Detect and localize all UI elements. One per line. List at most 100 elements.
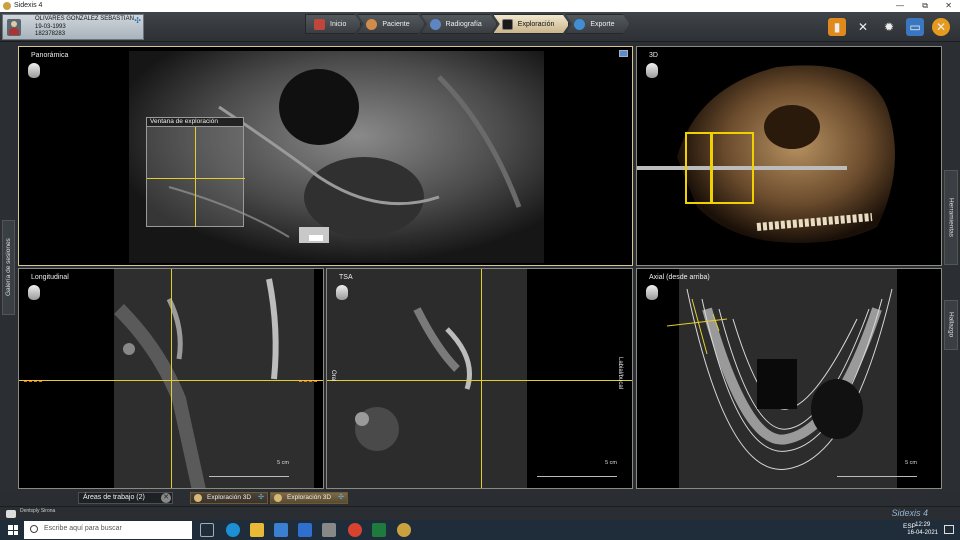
scale-bar: 5 cm [209,460,289,477]
head-orientation-icon[interactable] [27,63,41,81]
app-logo-icon [3,2,11,10]
window-title: Sidexis 4 [14,2,43,9]
patient-id: 182378283 [35,31,66,37]
head-orientation-icon[interactable] [335,285,349,303]
longitudinal-view[interactable]: Longitudinal 5 cm [18,268,324,489]
oral-side-label: Oral [330,370,336,382]
patient-avatar-icon [7,19,21,36]
tab-exploracion[interactable]: Exploración [493,14,570,34]
clock-time: 12:29 [915,522,931,528]
tab-label: Exporte [590,20,615,28]
link-icon[interactable]: ✣ [258,493,264,501]
edge-browser-icon[interactable] [226,523,240,537]
axial-view[interactable]: Axial (desde arriba) 5 cm [636,268,942,489]
link-icon[interactable]: ✣ [134,17,141,25]
xray-device-icon [430,19,441,30]
search-icon [30,525,38,533]
findings-side-tab[interactable]: Hallazgo [944,300,958,350]
top-toolbar: OLIVARES GONZALEZ SEBASTIAN 19-03-1993 1… [0,12,960,42]
restore-button[interactable]: ⧉ [922,1,928,11]
session-label: Exploración 3D [207,494,252,501]
scale-label: 5 cm [277,460,289,466]
head-orientation-icon[interactable] [645,285,659,303]
exploration-window[interactable]: Ventana de exploración [146,117,245,227]
tab-exporte[interactable]: Exporte [565,14,629,34]
system-clock[interactable]: 12:29 16-04-2021 [907,522,938,537]
session-tab[interactable]: Exploración 3D ✣ [190,492,268,504]
clock-date: 16-04-2021 [907,529,938,536]
session-tab-active[interactable]: Exploración 3D ✣ [270,492,348,504]
workspaces-button[interactable]: Áreas de trabajo (2) ✕ [78,492,173,504]
axial-image[interactable] [637,269,942,489]
workspace: Panorámica Ventana de exploración 3D Lon… [16,44,944,490]
os-taskbar: Escribe aquí para buscar ESP 12:29 16-04… [0,520,960,540]
search-placeholder: Escribe aquí para buscar [44,525,122,532]
close-window-button[interactable]: ✕ [945,1,952,10]
crosshair-horizontal[interactable] [327,380,632,381]
mail-icon[interactable] [298,523,312,537]
scale-bar: 5 cm [837,460,917,477]
home-icon [314,19,325,30]
layout-icon[interactable] [619,50,628,57]
windows-start-icon[interactable] [8,525,18,535]
workspaces-label: Áreas de trabajo (2) [83,494,145,501]
patient-dob: 19-03-1993 [35,23,66,30]
tools-icon[interactable]: ✕ [854,18,872,36]
session-icon [194,494,202,502]
panel-title: Axial (desde arriba) [649,274,710,281]
panoramic-view[interactable]: Panorámica Ventana de exploración [18,46,633,266]
excel-icon[interactable] [372,523,386,537]
scale-bar: 5 cm [537,460,617,477]
brand-logo-icon [6,510,16,518]
panel-title: 3D [649,52,658,59]
tab-label: Radiografía [445,20,482,28]
product-name: Sidexis 4 [891,508,928,518]
file-explorer-icon[interactable] [250,523,264,537]
crosshair-vertical[interactable] [481,269,482,488]
session-gallery-tab[interactable]: Galería de sesiones [2,220,15,315]
gear-icon[interactable]: ✹ [880,18,898,36]
minimize-button[interactable]: — [896,1,904,10]
exploration-icon [502,19,513,30]
patient-card[interactable]: OLIVARES GONZALEZ SEBASTIAN 19-03-1993 1… [2,14,144,40]
head-orientation-icon[interactable] [27,285,41,303]
sidexis-taskbar-icon[interactable] [397,523,411,537]
tab-paciente[interactable]: Paciente [357,14,424,34]
toolbar-tools: ▮ ✕ ✹ ▭ ✕ [828,18,950,36]
task-view-icon[interactable] [200,523,214,537]
buccal-side-label: Labial/bucal [617,357,623,390]
crosshair-horizontal[interactable] [147,178,245,179]
3d-render-image[interactable] [637,47,942,266]
tab-label: Exploración [517,20,555,28]
3d-view[interactable]: 3D [636,46,942,266]
panel-title: Panorámica [31,52,69,59]
close-circle-icon[interactable]: ✕ [932,18,950,36]
scale-label: 5 cm [905,460,917,466]
notifications-icon[interactable] [944,525,954,534]
tab-inicio[interactable]: Inicio [305,14,361,34]
tab-label: Paciente [382,20,410,28]
crosshair-vertical[interactable] [195,127,196,227]
export-icon [574,19,585,30]
chrome-icon[interactable] [348,523,362,537]
patient-name: OLIVARES GONZALEZ SEBASTIAN [35,16,134,22]
workflow-tabs: Inicio Paciente Radiografía Exploración … [305,14,626,34]
tsa-image[interactable] [327,269,633,489]
panel-title: Longitudinal [31,274,69,281]
patient-icon [366,19,377,30]
session-icon [274,494,282,502]
crosshair-vertical[interactable] [171,269,172,488]
workspace-bar: Áreas de trabajo (2) ✕ Exploración 3D ✣ … [0,490,960,506]
tsa-view[interactable]: TSA Oral Labial/bucal 5 cm [326,268,633,489]
link-icon[interactable]: ✣ [338,493,344,501]
tools-side-tab[interactable]: Herramientas [944,170,958,265]
monitor-icon[interactable]: ▭ [906,18,924,36]
panoramic-image[interactable] [19,47,633,266]
tab-radiografia[interactable]: Radiografía [421,14,497,34]
taskbar-search-input[interactable]: Escribe aquí para buscar [24,521,192,539]
close-workspace-icon[interactable]: ✕ [161,493,171,503]
lock-icon[interactable]: ▮ [828,18,846,36]
store-icon[interactable] [274,523,288,537]
app-icon[interactable] [322,523,336,537]
head-orientation-icon[interactable] [645,63,659,81]
